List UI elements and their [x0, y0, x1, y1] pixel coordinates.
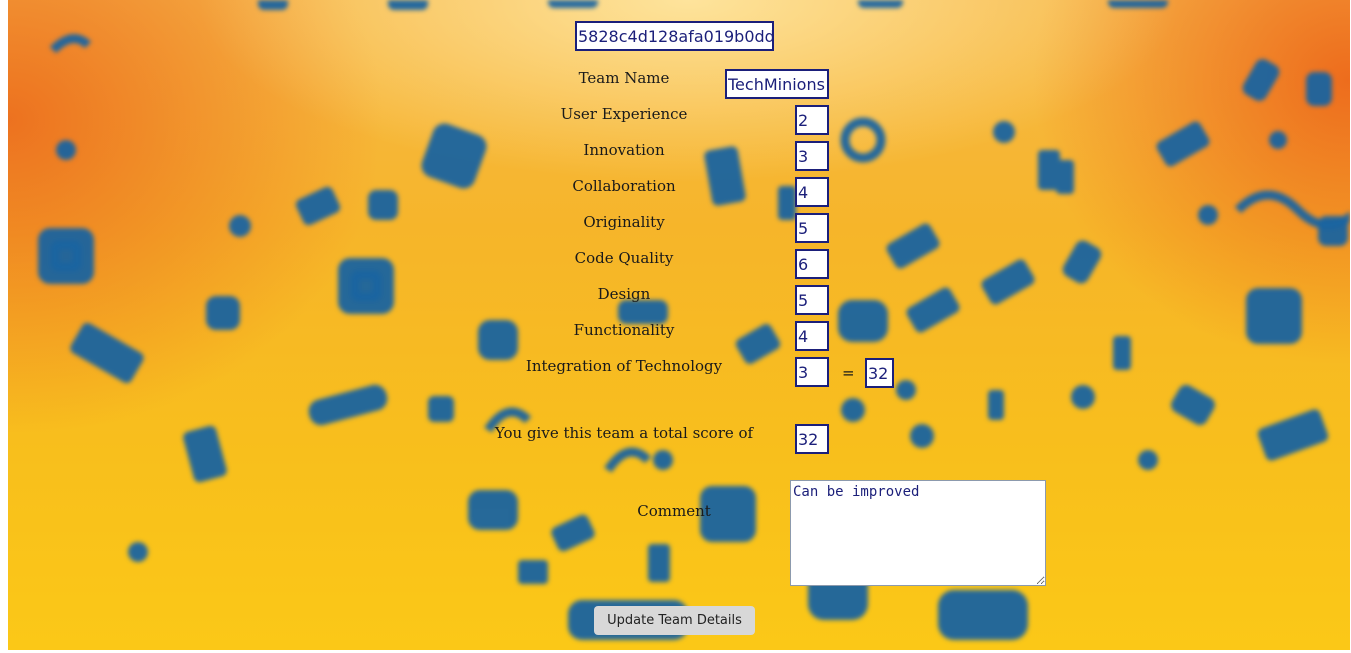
team-name-label: Team Name	[578, 69, 670, 87]
comment-label: Comment	[637, 502, 711, 520]
user-experience-input[interactable]	[795, 105, 829, 135]
update-team-details-button[interactable]: Update Team Details	[594, 606, 755, 635]
page: Team Name User Experience Innovation Col…	[0, 0, 1351, 653]
sum-score-field[interactable]	[865, 358, 894, 388]
code-quality-input[interactable]	[795, 249, 829, 279]
integration-of-technology-input[interactable]	[795, 357, 829, 387]
integration-of-technology-label: Integration of Technology	[525, 357, 723, 375]
originality-label: Originality	[583, 213, 665, 231]
collaboration-label: Collaboration	[572, 177, 676, 195]
collaboration-input[interactable]	[795, 177, 829, 207]
total-score-input[interactable]	[795, 424, 829, 454]
innovation-label: Innovation	[583, 141, 665, 159]
code-quality-label: Code Quality	[574, 249, 674, 267]
comment-textarea[interactable]: Can be improved	[790, 480, 1046, 586]
equals-sign: =	[842, 364, 855, 382]
design-input[interactable]	[795, 285, 829, 315]
design-label: Design	[597, 285, 651, 303]
team-name-input[interactable]	[725, 69, 829, 99]
originality-input[interactable]	[795, 213, 829, 243]
team-id-field[interactable]	[575, 21, 774, 51]
functionality-label: Functionality	[573, 321, 675, 339]
total-score-label: You give this team a total score of	[494, 424, 754, 442]
user-experience-label: User Experience	[560, 105, 688, 123]
innovation-input[interactable]	[795, 141, 829, 171]
functionality-input[interactable]	[795, 321, 829, 351]
